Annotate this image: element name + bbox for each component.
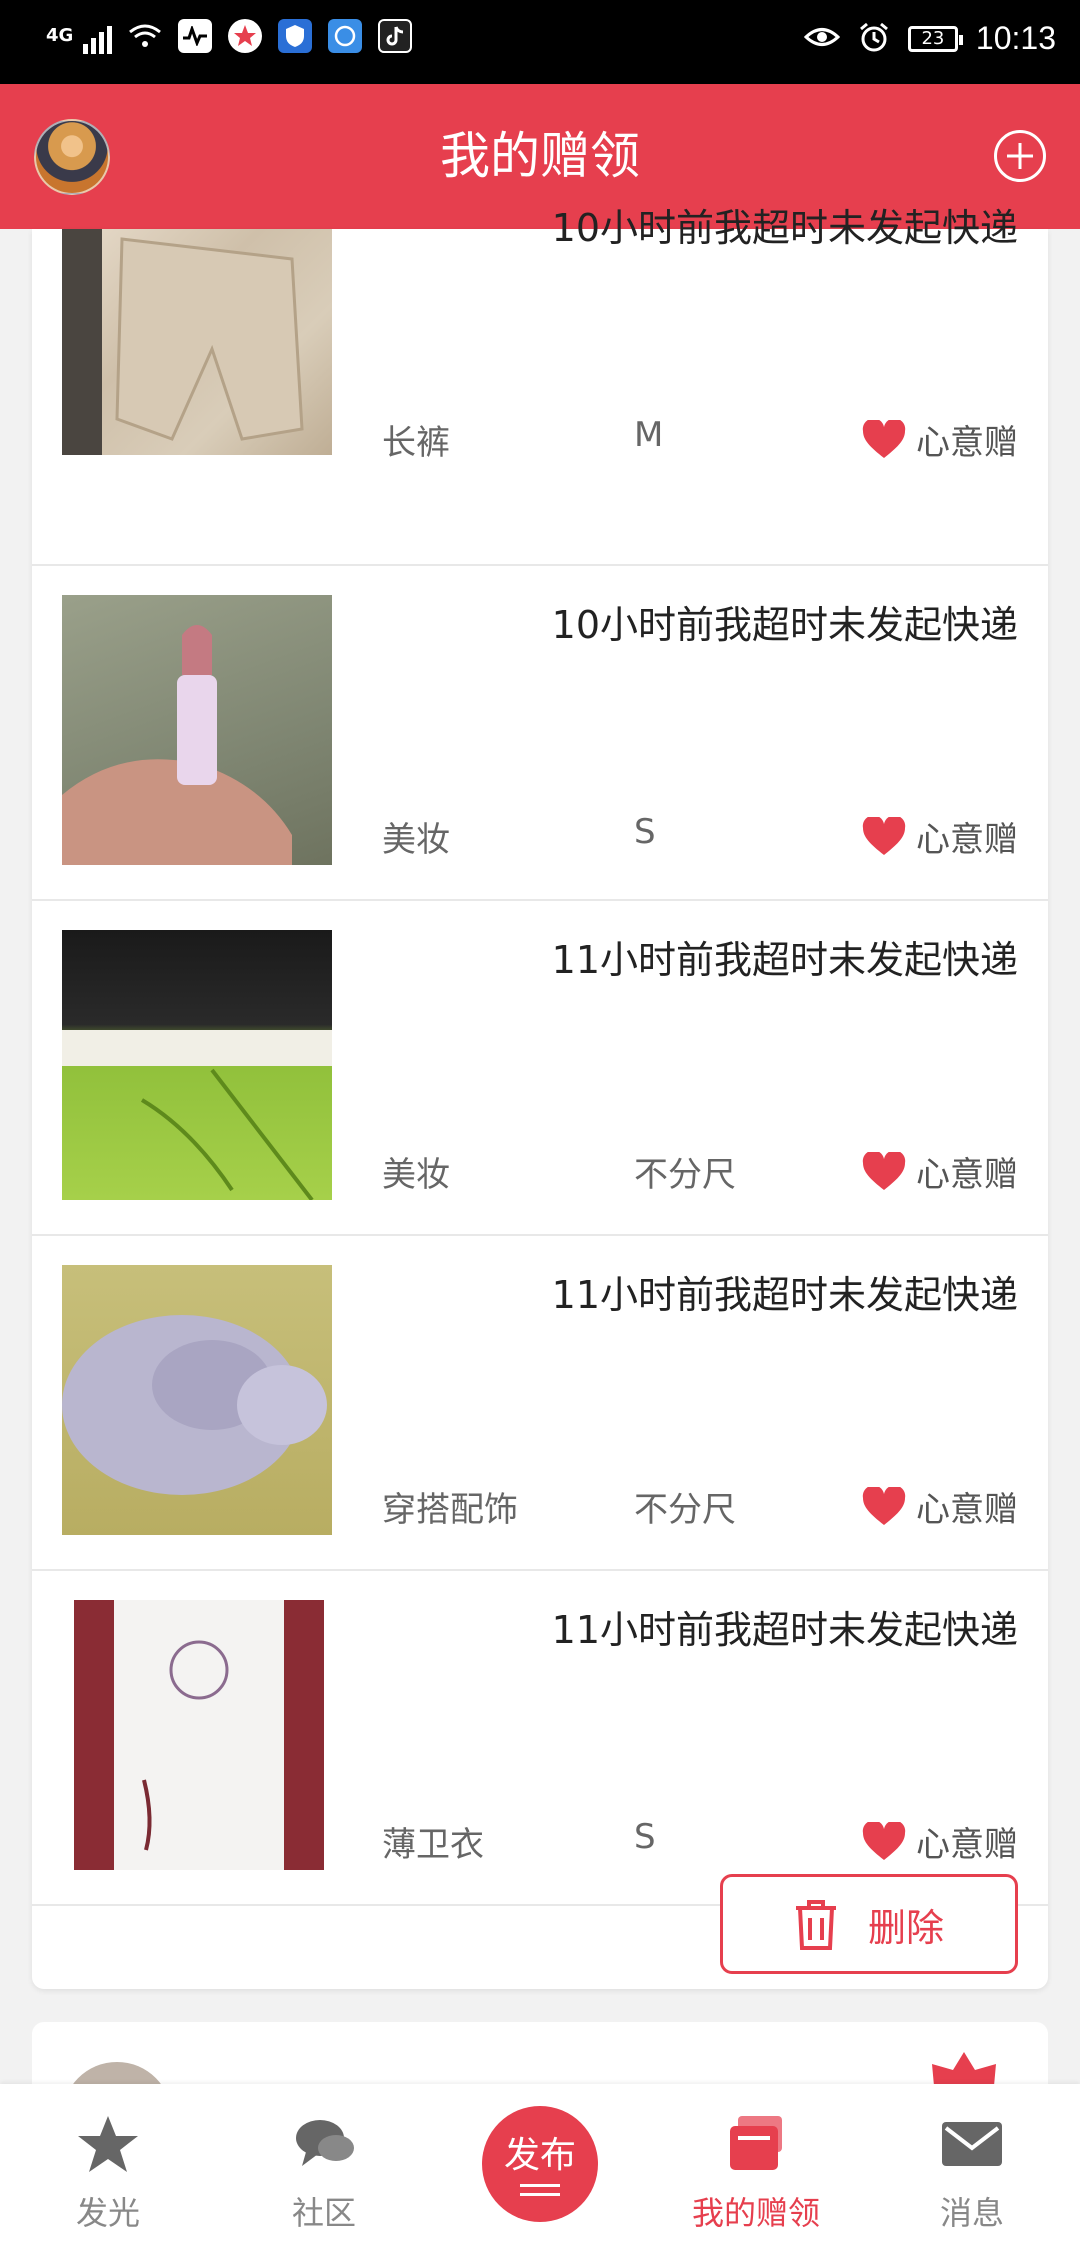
browser-app-icon	[328, 19, 363, 53]
gift-type-label: 心意赠	[916, 423, 1018, 463]
gift-type-tag: 心意赠	[862, 415, 1018, 464]
clock: 10:13	[975, 20, 1056, 56]
item-size: 不分尺	[634, 1155, 736, 1195]
heart-icon	[862, 1486, 906, 1525]
trash-icon	[795, 1900, 836, 1950]
heart-icon	[862, 1821, 906, 1860]
tiktok-app-icon	[378, 19, 413, 53]
gift-type-label: 心意赠	[916, 1825, 1018, 1865]
network-type: 4G	[46, 25, 74, 46]
item-status: 11小时前我超时未发起快递	[551, 1273, 1018, 1317]
chat-bubbles-icon	[296, 2120, 354, 2166]
battery-icon: 23	[907, 25, 963, 52]
menu-lines-icon	[520, 2184, 560, 2202]
add-button[interactable]	[994, 130, 1046, 182]
status-icons-right: 23 10:13	[803, 20, 1056, 57]
list-item[interactable]: 11小时前我超时未发起快递 穿搭配饰 不分尺 心意赠	[32, 1234, 1048, 1571]
alarm-icon	[858, 21, 890, 57]
item-status: 11小时前我超时未发起快递	[551, 938, 1018, 982]
gift-type-tag: 心意赠	[862, 1147, 1018, 1196]
item-status: 10小时前我超时未发起快递	[551, 603, 1018, 647]
nav-item-community[interactable]: 社区	[216, 2084, 432, 2244]
item-status: 11小时前我超时未发起快递	[551, 1608, 1018, 1652]
star-icon	[78, 2116, 138, 2172]
delete-label: 删除	[867, 1905, 944, 1950]
heart-icon	[862, 1151, 906, 1190]
item-thumbnail-sweatshirt	[74, 1600, 324, 1870]
item-category: 薄卫衣	[382, 1825, 484, 1865]
wifi-icon	[128, 19, 162, 53]
nav-label: 我的赠领	[691, 2194, 820, 2232]
activity-app-icon	[178, 19, 213, 53]
item-category: 穿搭配饰	[382, 1490, 518, 1530]
envelope-icon	[942, 2122, 1002, 2166]
eye-icon	[803, 24, 841, 54]
nav-item-messages[interactable]: 消息	[864, 2084, 1080, 2244]
status-icons-left: 4G	[46, 18, 413, 54]
publish-label: 发布	[503, 2135, 576, 2176]
star-app-icon	[228, 19, 263, 53]
item-size: S	[634, 1817, 656, 1857]
item-thumbnail-pen	[62, 930, 332, 1200]
gift-type-tag: 心意赠	[862, 1817, 1018, 1866]
gift-type-label: 心意赠	[916, 1490, 1018, 1530]
item-thumbnail-lipstick	[62, 595, 332, 865]
item-size: 不分尺	[634, 1490, 736, 1530]
item-category: 美妆	[382, 820, 450, 860]
gift-type-tag: 心意赠	[862, 1482, 1018, 1531]
shield-app-icon	[278, 19, 313, 53]
gift-cards-icon	[730, 2116, 782, 2170]
gift-type-label: 心意赠	[916, 1155, 1018, 1195]
gift-type-tag: 心意赠	[862, 812, 1018, 861]
list-item[interactable]: 11小时前我超时未发起快递 美妆 不分尺 心意赠	[32, 899, 1048, 1236]
item-thumbnail-headband	[62, 1265, 332, 1535]
publish-button[interactable]: 发布	[482, 2106, 598, 2222]
item-size: S	[634, 812, 656, 852]
list-item[interactable]: 11小时前我超时未发起快递 薄卫衣 S 心意赠	[32, 1569, 1048, 1906]
nav-item-my-gifts[interactable]: 我的赠领	[648, 2084, 864, 2244]
nav-item-faguang[interactable]: 发光	[0, 2084, 216, 2244]
heart-icon	[862, 816, 906, 855]
gift-order-card: 10小时前我超时未发起快递 长裤 M 心意赠 10小时前我超时未发起快递 美妆 …	[32, 206, 1048, 1989]
item-category: 美妆	[382, 1155, 450, 1195]
signal-icon	[83, 18, 113, 54]
list-item[interactable]: 10小时前我超时未发起快递 长裤 M 心意赠	[32, 206, 1048, 566]
gift-type-label: 心意赠	[916, 820, 1018, 860]
status-bar: 4G 23 10:13	[0, 0, 1080, 84]
item-category: 长裤	[382, 423, 450, 463]
heart-icon	[862, 419, 906, 458]
item-size: M	[634, 415, 664, 455]
item-status: 10小时前我超时未发起快递	[551, 206, 1018, 250]
list-item[interactable]: 10小时前我超时未发起快递 美妆 S 心意赠	[32, 564, 1048, 901]
nav-label: 发光	[75, 2194, 140, 2232]
nav-label: 消息	[939, 2194, 1004, 2232]
item-thumbnail-pants	[62, 229, 332, 455]
bottom-nav: 发光 社区 发布 我的赠领 消息	[0, 2084, 1080, 2244]
delete-button[interactable]: 删除	[720, 1874, 1018, 1974]
nav-label: 社区	[291, 2194, 356, 2232]
